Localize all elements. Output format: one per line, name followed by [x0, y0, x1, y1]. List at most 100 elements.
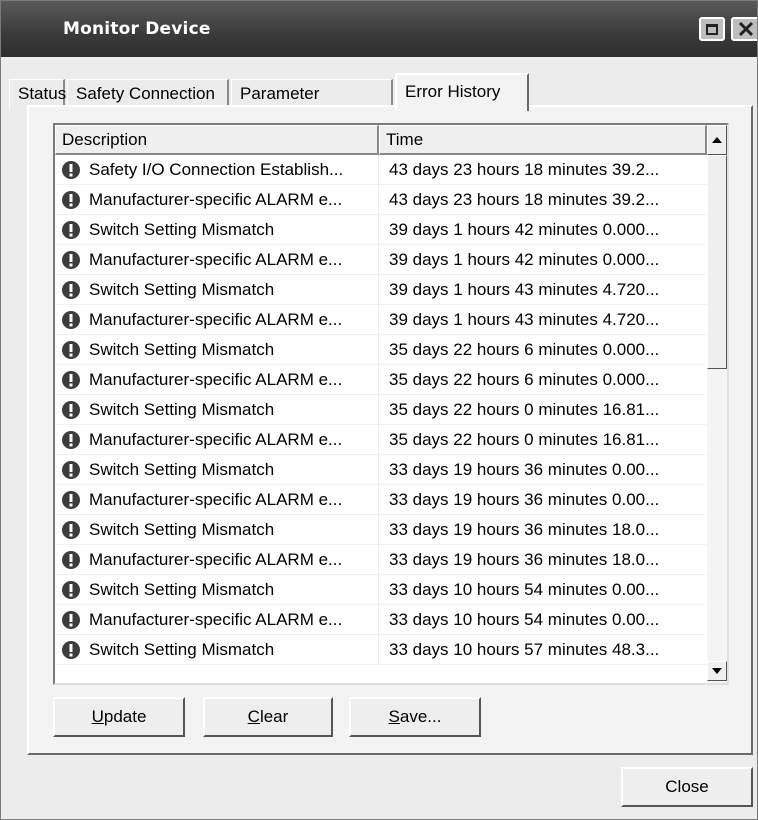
table-row[interactable]: Switch Setting Mismatch 33 days 19 hours … [55, 514, 707, 545]
description-text: Safety I/O Connection Establish... [89, 159, 344, 179]
error-history-panel: Description Time Safety I/O Connection E… [27, 105, 753, 755]
description-cell: Safety I/O Connection Establish... [55, 154, 379, 185]
description-cell: Manufacturer-specific ALARM e... [55, 244, 379, 275]
error-icon [62, 370, 80, 389]
arrow-up-icon [712, 137, 722, 143]
clear-button[interactable]: Clear [203, 697, 333, 737]
save-label: ave... [399, 707, 442, 726]
error-icon [62, 160, 80, 179]
arrow-down-icon [712, 668, 722, 674]
table-row[interactable]: Safety I/O Connection Establish... 43 day… [55, 154, 707, 185]
description-cell: Manufacturer-specific ALARM e... [55, 484, 379, 515]
description-text: Switch Setting Mismatch [89, 639, 275, 659]
clear-label: lear [259, 707, 289, 726]
error-icon [62, 310, 80, 329]
table-row[interactable]: Manufacturer-specific ALARM e... 35 days … [55, 424, 707, 455]
close-button[interactable]: Close [621, 767, 753, 807]
table-row[interactable]: Switch Setting Mismatch 33 days 10 hours … [55, 574, 707, 605]
update-label: pdate [103, 707, 147, 726]
error-icon [62, 580, 80, 599]
scroll-up-button[interactable] [707, 125, 727, 155]
table-row[interactable]: Manufacturer-specific ALARM e... 39 days … [55, 244, 707, 275]
table-row[interactable]: Switch Setting Mismatch 35 days 22 hours … [55, 334, 707, 365]
save-mnemonic: S [388, 707, 400, 726]
error-icon [62, 280, 80, 299]
time-cell: 35 days 22 hours 0 minutes 16.81... [389, 399, 660, 419]
update-mnemonic: U [91, 707, 104, 726]
table-row[interactable]: Manufacturer-specific ALARM e... 43 days … [55, 184, 707, 215]
time-cell: 43 days 23 hours 18 minutes 39.2... [389, 189, 660, 209]
description-text: Manufacturer-specific ALARM e... [89, 249, 343, 269]
description-text: Switch Setting Mismatch [89, 459, 275, 479]
description-text: Manufacturer-specific ALARM e... [89, 189, 343, 209]
description-cell: Manufacturer-specific ALARM e... [55, 424, 379, 455]
close-icon [738, 21, 754, 37]
scroll-down-button[interactable] [707, 661, 727, 681]
description-cell: Switch Setting Mismatch [55, 274, 379, 305]
error-icon [62, 490, 80, 509]
description-text: Manufacturer-specific ALARM e... [89, 549, 343, 569]
description-cell: Switch Setting Mismatch [55, 574, 379, 605]
description-cell: Manufacturer-specific ALARM e... [55, 604, 379, 635]
list-rows: Safety I/O Connection Establish... 43 day… [55, 154, 707, 665]
table-row[interactable]: Switch Setting Mismatch 33 days 10 hours … [55, 634, 707, 665]
time-cell: 35 days 22 hours 6 minutes 0.000... [389, 339, 660, 359]
description-cell: Manufacturer-specific ALARM e... [55, 364, 379, 395]
description-cell: Switch Setting Mismatch [55, 454, 379, 485]
update-button[interactable]: Update [53, 697, 185, 737]
table-row[interactable]: Switch Setting Mismatch 39 days 1 hours 4… [55, 274, 707, 305]
description-cell: Switch Setting Mismatch [55, 394, 379, 425]
table-row[interactable]: Manufacturer-specific ALARM e... 35 days … [55, 364, 707, 395]
error-icon [62, 220, 80, 239]
title-bar[interactable]: Monitor Device [1, 1, 757, 57]
tab-status-label: Status [18, 84, 67, 103]
time-cell: 33 days 10 hours 54 minutes 0.00... [389, 609, 660, 629]
description-text: Switch Setting Mismatch [89, 399, 275, 419]
error-history-list[interactable]: Description Time Safety I/O Connection E… [53, 123, 729, 685]
scroll-thumb[interactable] [707, 155, 727, 369]
error-icon [62, 250, 80, 269]
description-cell: Manufacturer-specific ALARM e... [55, 544, 379, 575]
error-icon [62, 430, 80, 449]
vertical-scrollbar[interactable] [707, 125, 727, 683]
tab-safety-connection-label: Safety Connection [76, 84, 215, 103]
description-cell: Switch Setting Mismatch [55, 634, 379, 665]
table-row[interactable]: Switch Setting Mismatch 33 days 19 hours … [55, 454, 707, 485]
time-cell: 33 days 10 hours 54 minutes 0.00... [389, 579, 660, 599]
table-row[interactable]: Switch Setting Mismatch 35 days 22 hours … [55, 394, 707, 425]
error-icon [62, 520, 80, 539]
list-header: Description Time [55, 125, 707, 155]
maximize-button[interactable] [699, 17, 725, 41]
error-icon [62, 190, 80, 209]
description-cell: Manufacturer-specific ALARM e... [55, 304, 379, 335]
tab-error-history[interactable]: Error History [395, 73, 529, 111]
description-text: Manufacturer-specific ALARM e... [89, 429, 343, 449]
save-button[interactable]: Save... [349, 697, 481, 737]
table-row[interactable]: Manufacturer-specific ALARM e... 33 days … [55, 484, 707, 515]
column-header-time[interactable]: Time [379, 125, 707, 155]
time-cell: 39 days 1 hours 43 minutes 4.720... [389, 309, 660, 329]
error-icon [62, 400, 80, 419]
description-text: Switch Setting Mismatch [89, 339, 275, 359]
close-window-button[interactable] [731, 17, 757, 41]
time-cell: 33 days 19 hours 36 minutes 0.00... [389, 459, 660, 479]
time-cell: 33 days 19 hours 36 minutes 18.0... [389, 549, 660, 569]
monitor-device-window: Monitor Device Status Safety Connection … [0, 0, 758, 820]
time-cell: 33 days 19 hours 36 minutes 18.0... [389, 519, 660, 539]
time-cell: 39 days 1 hours 43 minutes 4.720... [389, 279, 660, 299]
description-text: Manufacturer-specific ALARM e... [89, 369, 343, 389]
description-text: Switch Setting Mismatch [89, 579, 275, 599]
clear-mnemonic: C [247, 707, 260, 726]
error-icon [62, 640, 80, 659]
table-row[interactable]: Manufacturer-specific ALARM e... 33 days … [55, 604, 707, 635]
error-icon [62, 610, 80, 629]
table-row[interactable]: Manufacturer-specific ALARM e... 39 days … [55, 304, 707, 335]
time-cell: 39 days 1 hours 42 minutes 0.000... [389, 249, 660, 269]
column-header-description[interactable]: Description [55, 125, 379, 155]
table-row[interactable]: Switch Setting Mismatch 39 days 1 hours 4… [55, 214, 707, 245]
tab-parameter-label: Parameter [240, 84, 320, 103]
description-text: Manufacturer-specific ALARM e... [89, 609, 343, 629]
tab-error-history-label: Error History [405, 82, 501, 101]
description-text: Switch Setting Mismatch [89, 519, 275, 539]
table-row[interactable]: Manufacturer-specific ALARM e... 33 days … [55, 544, 707, 575]
